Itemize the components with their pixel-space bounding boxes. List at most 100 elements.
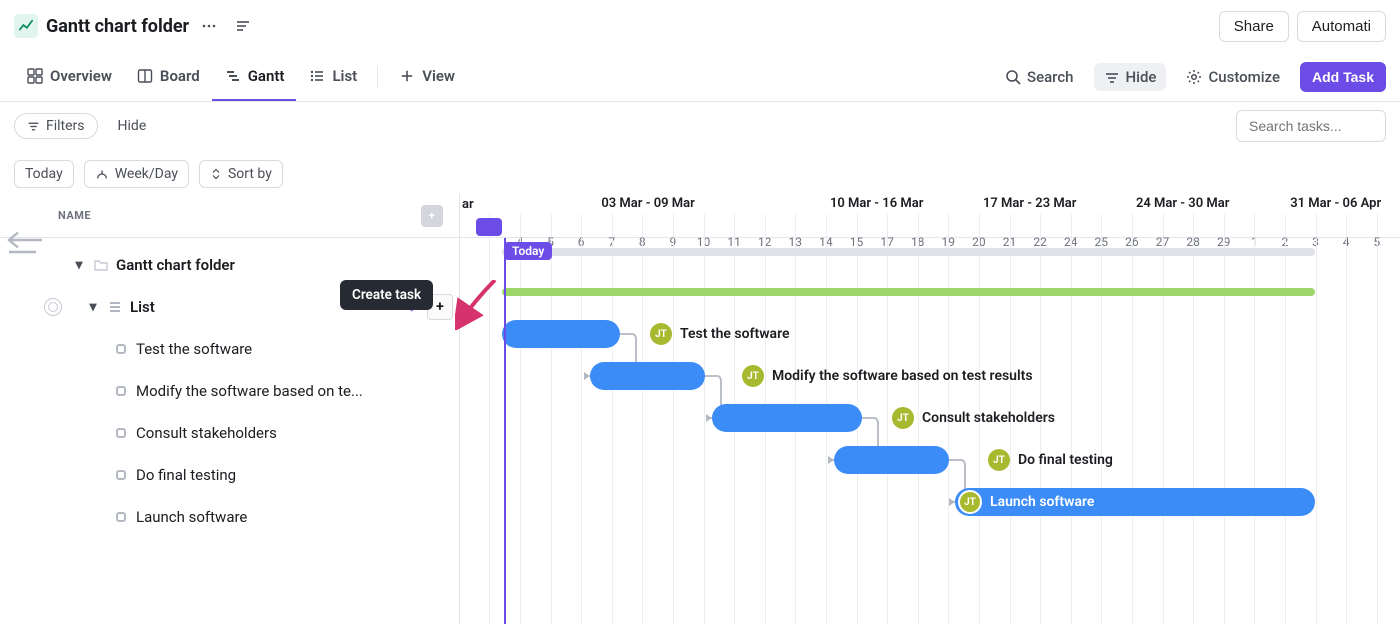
add-column-button[interactable]: +: [421, 205, 443, 227]
gear-icon: [1186, 69, 1202, 85]
zoom-button[interactable]: Week/Day: [84, 160, 189, 188]
sort-label: Sort by: [228, 166, 272, 182]
zoom-icon: [95, 167, 109, 181]
hide-icon: [1104, 69, 1120, 85]
gantt-body[interactable]: Today JTTest the software JTModify the so…: [460, 238, 1400, 624]
week-label: 24 Mar - 30 Mar: [1106, 196, 1259, 211]
tree-list-label: List: [130, 298, 155, 316]
week-label: 10 Mar - 16 Mar: [800, 196, 953, 211]
task-row[interactable]: Consult stakeholders: [0, 412, 459, 454]
task-side-panel: NAME + ▾ Gantt chart folder ▾ List: [0, 194, 460, 624]
page-title: Gantt chart folder: [46, 16, 189, 37]
status-box-icon[interactable]: [116, 428, 126, 438]
avatar: JT: [988, 449, 1010, 471]
customize-tool[interactable]: Customize: [1176, 63, 1290, 91]
hide-label: Hide: [1126, 68, 1157, 86]
view-label: Gantt: [248, 67, 285, 85]
name-column-header: NAME: [58, 209, 91, 222]
share-button[interactable]: Share: [1219, 11, 1289, 42]
board-icon: [136, 67, 154, 85]
view-list[interactable]: List: [296, 53, 369, 101]
zoom-label: Week/Day: [115, 166, 178, 182]
today-indicator: Today: [504, 242, 552, 260]
week-label: 03 Mar - 09 Mar: [496, 196, 800, 211]
gantt-bar-label: JTConsult stakeholders: [892, 404, 1055, 432]
gantt-bar[interactable]: [834, 446, 949, 474]
search-input[interactable]: [1236, 110, 1386, 142]
task-row[interactable]: Test the software: [0, 328, 459, 370]
search-tool[interactable]: Search: [995, 63, 1084, 91]
view-board[interactable]: Board: [124, 53, 212, 101]
task-label: Test the software: [136, 340, 252, 358]
gantt-bar-label: JTTest the software: [650, 320, 790, 348]
task-label: Launch software: [136, 508, 247, 526]
automation-button[interactable]: Automati: [1297, 11, 1386, 42]
view-label: Board: [160, 67, 200, 85]
progress-ring-icon: [44, 298, 62, 316]
view-label: View: [422, 67, 455, 85]
view-overview[interactable]: Overview: [14, 53, 124, 101]
gantt-header: 03 Mar - 09 Mar10 Mar - 16 Mar17 Mar - 2…: [460, 194, 1400, 238]
gantt-icon: [224, 67, 242, 85]
gantt-bar[interactable]: [590, 362, 705, 390]
filter-icon: [27, 120, 40, 133]
caret-down-icon[interactable]: ▾: [72, 257, 86, 273]
collapse-menu-icon[interactable]: [229, 12, 257, 40]
avatar: JT: [958, 490, 982, 514]
filters-button[interactable]: Filters: [14, 113, 98, 139]
caret-down-icon[interactable]: ▾: [86, 299, 100, 315]
today-button[interactable]: Today: [14, 160, 74, 188]
hide-columns-button[interactable]: Hide: [112, 114, 153, 138]
add-view-button[interactable]: View: [386, 53, 467, 101]
search-label: Search: [1027, 68, 1074, 86]
annotation-arrow-icon: [455, 280, 505, 330]
status-box-icon[interactable]: [116, 512, 126, 522]
divider: [377, 66, 378, 88]
gantt-bar[interactable]: [712, 404, 862, 432]
view-gantt[interactable]: Gantt: [212, 53, 297, 101]
view-label: Overview: [50, 67, 112, 85]
list-icon: [106, 298, 124, 316]
status-box-icon[interactable]: [116, 386, 126, 396]
sort-button[interactable]: Sort by: [199, 160, 283, 188]
views-row: Overview Board Gantt List View Search Hi…: [0, 52, 1400, 102]
week-label: 31 Mar - 06 Apr: [1259, 196, 1400, 211]
gantt-bar[interactable]: [502, 320, 620, 348]
create-task-tooltip: Create task: [340, 280, 433, 310]
week-label: 17 Mar - 23 Mar: [953, 196, 1106, 211]
list-icon: [308, 67, 326, 85]
gantt-bar-label: JTModify the software based on test resu…: [742, 362, 1033, 390]
side-header: NAME +: [0, 194, 459, 238]
view-label: List: [332, 67, 357, 85]
filters-label: Filters: [46, 118, 85, 134]
plus-icon: [398, 67, 416, 85]
avatar: JT: [650, 323, 672, 345]
gantt-bar-label: JTLaunch software: [958, 488, 1094, 516]
search-icon: [1005, 69, 1021, 85]
avatar: JT: [742, 365, 764, 387]
customize-label: Customize: [1208, 68, 1280, 86]
collapse-panel-icon[interactable]: [0, 218, 60, 262]
filter-row: Filters Hide: [0, 102, 1400, 150]
gantt-bar-label: JTDo final testing: [988, 446, 1113, 474]
tree-folder-label: Gantt chart folder: [116, 256, 235, 274]
task-row[interactable]: Do final testing: [0, 454, 459, 496]
avatar: JT: [892, 407, 914, 429]
control-row: Today Week/Day Sort by: [0, 150, 1400, 194]
task-row[interactable]: Modify the software based on te...: [0, 370, 459, 412]
hide-tool[interactable]: Hide: [1094, 63, 1167, 91]
task-label: Modify the software based on te...: [136, 382, 363, 400]
gantt-area[interactable]: ar 03 Mar - 09 Mar10 Mar - 16 Mar17 Mar …: [460, 194, 1400, 624]
more-icon[interactable]: [195, 12, 223, 40]
sort-icon: [210, 168, 222, 180]
chart-icon: [14, 14, 38, 38]
folder-icon: [92, 256, 110, 274]
status-box-icon[interactable]: [116, 470, 126, 480]
task-label: Do final testing: [136, 466, 236, 484]
add-task-button[interactable]: Add Task: [1300, 62, 1386, 92]
title-bar: Gantt chart folder Share Automati: [0, 0, 1400, 52]
task-row[interactable]: Launch software: [0, 496, 459, 538]
status-box-icon[interactable]: [116, 344, 126, 354]
overview-icon: [26, 67, 44, 85]
task-label: Consult stakeholders: [136, 424, 277, 442]
